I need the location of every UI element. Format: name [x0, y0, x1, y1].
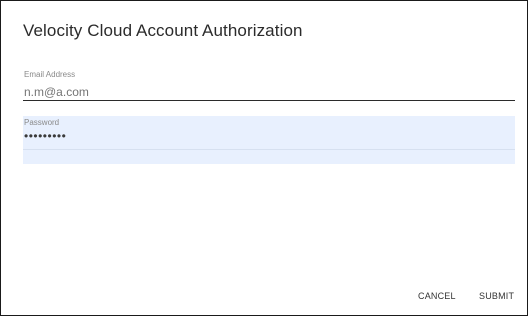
password-underline — [23, 149, 515, 150]
password-label: Password — [24, 118, 60, 127]
password-field[interactable]: Password ••••••••• — [23, 116, 515, 164]
email-underline — [23, 100, 515, 101]
dialog-title: Velocity Cloud Account Authorization — [23, 21, 303, 40]
password-input[interactable]: ••••••••• — [23, 129, 515, 145]
authorization-dialog: Velocity Cloud Account Authorization Ema… — [0, 0, 528, 316]
email-field[interactable]: Email Address — [23, 67, 515, 102]
cancel-button[interactable]: CANCEL — [418, 291, 456, 301]
email-input[interactable] — [23, 84, 515, 100]
submit-button[interactable]: SUBMIT — [479, 291, 514, 301]
email-label: Email Address — [24, 70, 76, 79]
